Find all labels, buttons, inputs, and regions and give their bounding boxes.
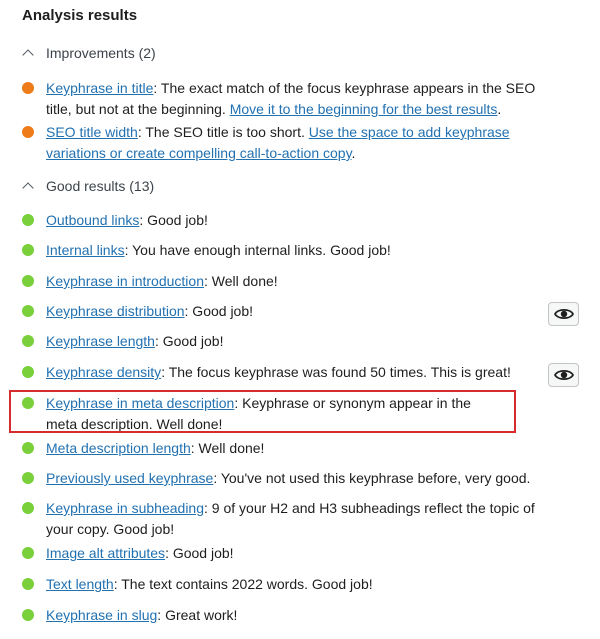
result-link[interactable]: Keyphrase density (46, 364, 161, 380)
list-item: Meta description length: Well done! (22, 438, 542, 459)
result-link[interactable]: Internal links (46, 242, 125, 258)
result-link[interactable]: Keyphrase in subheading (46, 500, 204, 516)
result-link[interactable]: Keyphrase in meta description (46, 395, 234, 411)
list-item: Keyphrase in meta description: Keyphrase… (22, 393, 492, 435)
status-dot-green (22, 214, 34, 226)
improvements-header: Improvements (2) (46, 45, 156, 61)
result-text-tail: . (351, 145, 356, 161)
status-dot-green (22, 547, 34, 559)
result-text: : Good job! (139, 212, 208, 228)
status-dot-green (22, 578, 34, 590)
status-dot-green (22, 335, 34, 347)
status-dot-green (22, 366, 34, 378)
list-item: Keyphrase length: Good job! (22, 331, 542, 352)
result-text: : Great work! (157, 607, 238, 623)
result-text: : The SEO title is too short. (137, 124, 309, 140)
result-link[interactable]: Keyphrase in introduction (46, 273, 204, 289)
status-dot-orange (22, 126, 34, 138)
result-text: : You've not used this keyphrase before,… (213, 470, 531, 486)
status-dot-green (22, 442, 34, 454)
result-text: : Good job! (154, 333, 224, 349)
result-text: : You have enough internal links. Good j… (124, 242, 391, 258)
list-item: Keyphrase in introduction: Well done! (22, 271, 542, 292)
result-link[interactable]: Keyphrase in title (46, 80, 153, 96)
status-dot-green (22, 275, 34, 287)
result-link[interactable]: Image alt attributes (46, 545, 165, 561)
result-link[interactable]: Meta description length (46, 440, 191, 456)
list-item: Keyphrase in slug: Great work! (22, 605, 542, 626)
status-dot-green (22, 244, 34, 256)
list-item: Text length: The text contains 2022 word… (22, 574, 542, 595)
result-text-tail: . (497, 101, 502, 117)
list-item: Image alt attributes: Good job! (22, 543, 542, 564)
result-text: : Good job! (184, 303, 254, 319)
chevron-up-icon (22, 49, 34, 61)
list-item: Keyphrase distribution: Good job! (22, 301, 542, 322)
improvements-toggle[interactable]: Improvements (2) (22, 45, 156, 61)
result-link[interactable]: Outbound links (46, 212, 139, 228)
eye-icon (553, 308, 574, 320)
status-dot-green (22, 609, 34, 621)
eye-icon (553, 369, 574, 381)
status-dot-green (22, 397, 34, 409)
result-link[interactable]: Previously used keyphrase (46, 470, 213, 486)
highlight-toggle-button[interactable] (548, 363, 579, 387)
list-item: Keyphrase in subheading: 9 of your H2 an… (22, 498, 542, 540)
result-text: : The focus keyphrase was found 50 times… (161, 364, 511, 380)
result-link[interactable]: Keyphrase distribution (46, 303, 185, 319)
status-dot-green (22, 472, 34, 484)
result-text: : Well done! (204, 273, 278, 289)
list-item: Keyphrase density: The focus keyphrase w… (22, 362, 542, 383)
list-item: Outbound links: Good job! (22, 210, 542, 231)
result-link[interactable]: Keyphrase in slug (46, 607, 157, 623)
good-results-toggle[interactable]: Good results (13) (22, 178, 154, 194)
list-item: Internal links: You have enough internal… (22, 240, 542, 261)
fix-link[interactable]: Move it to the beginning for the best re… (230, 101, 498, 117)
result-link[interactable]: SEO title width (46, 124, 138, 140)
result-link[interactable]: Text length (46, 576, 114, 592)
list-item: Previously used keyphrase: You've not us… (22, 468, 542, 489)
good-results-header: Good results (13) (46, 178, 155, 194)
status-dot-green (22, 502, 34, 514)
status-dot-green (22, 305, 34, 317)
result-text: : Well done! (190, 440, 265, 456)
result-link[interactable]: Keyphrase length (46, 333, 155, 349)
chevron-up-icon (22, 182, 34, 194)
list-item: SEO title width: The SEO title is too sh… (22, 122, 542, 164)
list-item: Keyphrase in title: The exact match of t… (22, 78, 542, 120)
result-text: : The text contains 2022 words. Good job… (113, 576, 373, 592)
analysis-results-title: Analysis results (22, 7, 138, 24)
highlight-toggle-button[interactable] (548, 302, 579, 326)
status-dot-orange (22, 82, 34, 94)
result-text: : Good job! (165, 545, 234, 561)
